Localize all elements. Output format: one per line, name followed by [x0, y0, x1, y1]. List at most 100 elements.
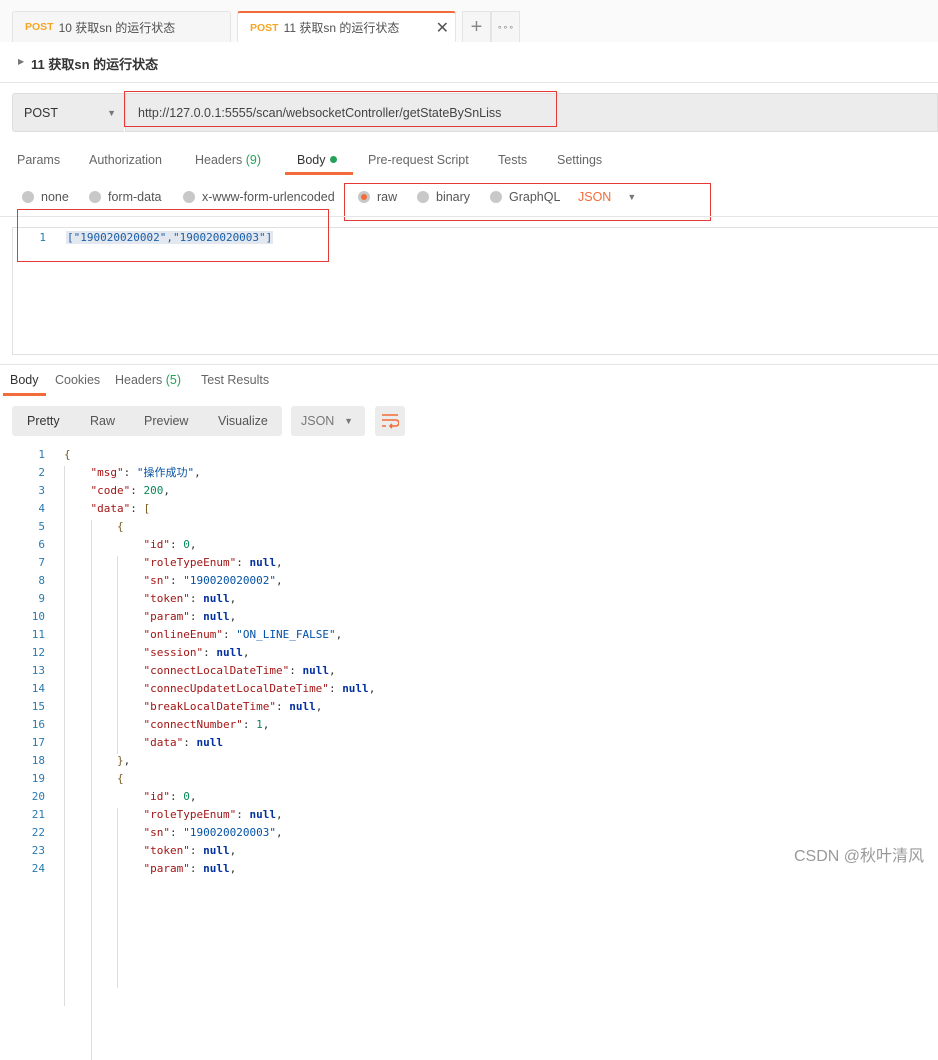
line-number: 19 [31, 772, 45, 785]
code-token: "param" [143, 610, 190, 623]
response-tab-cookies[interactable]: Cookies [55, 373, 100, 387]
more-tabs-button[interactable]: ∘∘∘ [491, 11, 520, 42]
code-line: 8 "sn": "190020020002", [0, 572, 938, 590]
code-token: "connectLocalDateTime" [143, 664, 290, 677]
tab-tests[interactable]: Tests [498, 153, 527, 167]
response-body-viewer[interactable]: 1{2 "msg": "操作成功", 3 "code": 200, 4 "data": [… [0, 446, 938, 1060]
code-token: null [216, 646, 243, 659]
code-text: "token": null, [144, 590, 237, 608]
code-token: , [275, 574, 283, 587]
tab-params[interactable]: Params [17, 153, 60, 167]
code-text: "code": 200, [91, 482, 171, 500]
wrap-icon [382, 414, 399, 429]
line-number: 7 [38, 556, 45, 569]
code-line: 13 "connectLocalDateTime": null, [0, 662, 938, 680]
radio-raw[interactable]: raw [358, 190, 397, 204]
line-number: 17 [31, 736, 45, 749]
request-body-text[interactable]: ["190020020002","190020020003"] [66, 231, 274, 244]
radio-x-www-form-urlencoded[interactable]: x-www-form-urlencoded [183, 190, 335, 204]
tab-method: POST [250, 21, 279, 34]
url-input[interactable]: http://127.0.0.1:5555/scan/websocketCont… [125, 93, 938, 132]
response-tab-test-results[interactable]: Test Results [201, 373, 269, 387]
code-line: 7 "roleTypeEnum": null, [0, 554, 938, 572]
line-number: 11 [31, 628, 45, 641]
view-preview[interactable]: Preview [144, 414, 188, 428]
wrap-lines-button[interactable] [375, 406, 405, 436]
add-tab-button[interactable]: + [462, 11, 491, 42]
request-tab-11[interactable]: POST 11 获取sn 的运行状态 ✕ [237, 11, 456, 42]
request-body-editor[interactable] [12, 227, 938, 355]
tab-label: Headers [115, 373, 163, 387]
code-token: "connectNumber" [143, 718, 243, 731]
response-tab-headers[interactable]: Headers (5) [115, 373, 181, 387]
code-text: "connecUpdatetLocalDateTime": null, [144, 680, 376, 698]
code-token: : [130, 502, 144, 515]
code-token: , [315, 700, 323, 713]
code-token: "id" [143, 790, 171, 803]
code-token: { [64, 448, 71, 461]
code-token: , [229, 592, 237, 605]
line-number: 5 [38, 520, 45, 533]
method-select[interactable]: POST ▼ [12, 93, 124, 132]
code-line: 2 "msg": "操作成功", [0, 464, 938, 482]
body-format-select[interactable]: JSON ▼ [578, 190, 636, 204]
code-text: "connectNumber": 1, [144, 716, 270, 734]
view-raw[interactable]: Raw [90, 414, 115, 428]
close-icon[interactable]: ✕ [436, 18, 449, 38]
code-token: , [163, 484, 170, 497]
status-dot-icon [329, 156, 337, 163]
code-token: null [203, 844, 230, 857]
code-token: null [249, 808, 276, 821]
code-line: 16 "connectNumber": 1, [0, 716, 938, 734]
method-value: POST [24, 105, 59, 120]
line-number: 18 [31, 754, 45, 767]
code-line: 10 "param": null, [0, 608, 938, 626]
code-token: , [242, 646, 250, 659]
divider [0, 364, 938, 365]
code-token: , [275, 808, 283, 821]
radio-none[interactable]: none [22, 190, 69, 204]
indent-guide [64, 466, 65, 1006]
indent-guide [91, 520, 92, 1060]
radio-graphql[interactable]: GraphQL [490, 190, 560, 204]
response-tab-body[interactable]: Body [10, 373, 39, 387]
code-line: 17 "data": null [0, 734, 938, 752]
code-token: null [203, 862, 230, 875]
code-line: 22 "sn": "190020020003", [0, 824, 938, 842]
code-text: { [117, 518, 124, 536]
line-number: 1 [38, 448, 45, 461]
code-token: : [189, 610, 204, 623]
code-token: : [123, 466, 137, 479]
code-token: null [203, 610, 230, 623]
radio-label: GraphQL [509, 190, 561, 204]
code-text: }, [117, 752, 130, 770]
active-tab-indicator [3, 393, 46, 396]
tab-headers[interactable]: Headers (9) [195, 153, 261, 167]
tab-pre-request-script[interactable]: Pre-request Script [368, 153, 469, 167]
code-line: 9 "token": null, [0, 590, 938, 608]
code-token: , [328, 664, 336, 677]
request-tab-10[interactable]: POST 10 获取sn 的运行状态 [12, 11, 231, 42]
response-format-select[interactable]: JSON ▼ [291, 406, 365, 436]
view-visualize[interactable]: Visualize [218, 414, 268, 428]
expand-caret-icon[interactable]: ▶ [18, 57, 24, 66]
tab-settings[interactable]: Settings [557, 153, 602, 167]
code-text: "id": 0, [144, 788, 197, 806]
request-body-line: 1 ["190020020002","190020020003"] [30, 231, 274, 244]
tab-authorization[interactable]: Authorization [89, 153, 162, 167]
code-token: : [236, 808, 250, 821]
headers-count: (5) [165, 373, 182, 387]
request-title[interactable]: 11 获取sn 的运行状态 [31, 54, 158, 73]
line-number: 8 [38, 574, 45, 587]
code-token: null [196, 736, 224, 749]
radio-binary[interactable]: binary [417, 190, 470, 204]
code-token: , [189, 538, 197, 551]
radio-form-data[interactable]: form-data [89, 190, 162, 204]
code-text: { [64, 446, 71, 464]
code-text: "session": null, [144, 644, 250, 662]
code-text: "roleTypeEnum": null, [144, 554, 283, 572]
view-pretty[interactable]: Pretty [27, 414, 60, 428]
tab-body[interactable]: Body [297, 153, 337, 167]
code-line: 12 "session": null, [0, 644, 938, 662]
code-token: null [249, 556, 276, 569]
